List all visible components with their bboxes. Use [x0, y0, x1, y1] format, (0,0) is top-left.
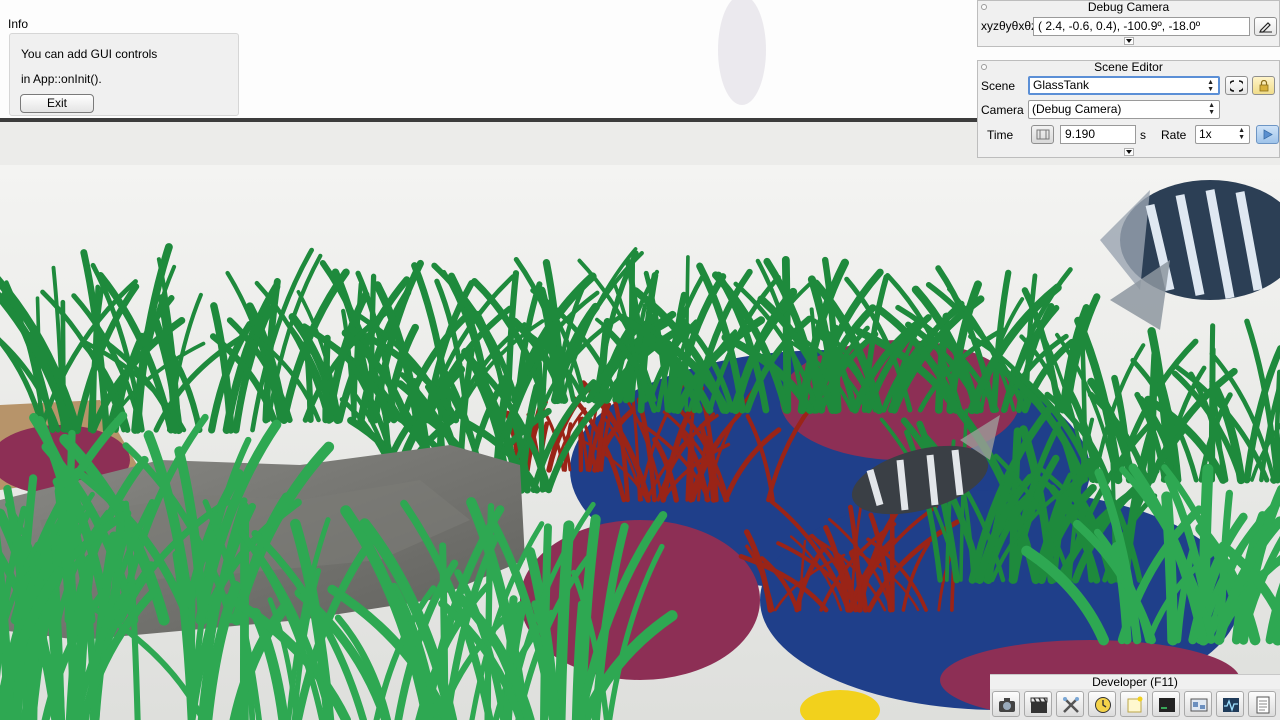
play-button[interactable]	[1256, 125, 1279, 144]
info-line-2: in App::onInit().	[21, 72, 102, 86]
profiler-tool-button[interactable]	[1216, 691, 1244, 717]
edit-camera-button[interactable]	[1254, 17, 1277, 36]
clock-icon	[1095, 697, 1111, 713]
time-label: Time	[987, 128, 1014, 142]
light-tool-button[interactable]	[1120, 691, 1148, 717]
scene-label: Scene	[981, 79, 1016, 93]
collapse-arrow-icon[interactable]	[1124, 148, 1134, 156]
info-line-1: You can add GUI controls	[21, 47, 158, 61]
tools-tool-button[interactable]	[1056, 691, 1084, 717]
time-field[interactable]: 9.190	[1060, 125, 1136, 144]
reload-scene-button[interactable]	[1225, 76, 1248, 95]
info-panel: You can add GUI controls in App::onInit(…	[9, 33, 239, 116]
lock-scene-button[interactable]	[1252, 76, 1275, 95]
document-tool-button[interactable]	[1248, 691, 1276, 717]
info-title: Info	[8, 17, 29, 31]
camera-tool-button[interactable]	[992, 691, 1020, 717]
light-icon	[1127, 696, 1143, 713]
camera-label: Camera	[981, 103, 1024, 117]
clapperboard-icon	[1030, 697, 1048, 713]
dropdown-arrows-icon: ▲ ▼	[1208, 102, 1215, 116]
camera-icon	[999, 698, 1015, 712]
camera-coords-field[interactable]: ( 2.4, -0.6, 0.4), -100.9º, -18.0º	[1033, 17, 1250, 36]
developer-toolbar	[990, 689, 1280, 720]
camera-coords-label: xyzθyθxθz	[981, 19, 1038, 33]
scene-dropdown-value: GlassTank	[1033, 78, 1090, 92]
reload-icon	[1230, 80, 1243, 92]
edit-icon	[1259, 22, 1272, 33]
rate-dropdown[interactable]: 1x ▲ ▼	[1195, 125, 1250, 144]
debug-camera-title: Debug Camera	[1087, 0, 1170, 14]
scene-dropdown[interactable]: GlassTank ▲ ▼	[1028, 76, 1220, 95]
rate-dropdown-value: 1x	[1199, 127, 1212, 141]
time-tool-button[interactable]	[1088, 691, 1116, 717]
scene-tool-button[interactable]	[1184, 691, 1212, 717]
dropdown-arrows-icon: ▲ ▼	[1238, 127, 1245, 141]
developer-title: Developer (F11)	[990, 674, 1280, 690]
scene-icon	[1190, 698, 1208, 712]
camera-dropdown-value: (Debug Camera)	[1032, 102, 1122, 116]
time-unit: s	[1140, 128, 1146, 142]
camera-dropdown[interactable]: (Debug Camera) ▲ ▼	[1028, 100, 1220, 119]
exit-button[interactable]: Exit	[20, 94, 94, 113]
play-icon	[1263, 129, 1273, 140]
profiler-icon	[1223, 698, 1239, 713]
console-icon	[1159, 698, 1175, 712]
scene-editor-title: Scene Editor	[1094, 60, 1163, 74]
collapse-arrow-icon[interactable]	[1124, 37, 1134, 45]
time-control-button[interactable]	[1031, 125, 1054, 144]
scene-editor-window: Scene Editor Scene GlassTank ▲ ▼ Camera (…	[977, 60, 1280, 158]
document-icon	[1256, 696, 1270, 714]
film-icon	[1036, 129, 1050, 140]
console-tool-button[interactable]	[1152, 691, 1180, 717]
debug-camera-window: Debug Camera xyzθyθxθz ( 2.4, -0.6, 0.4)…	[977, 0, 1280, 47]
lock-icon	[1259, 80, 1269, 92]
dropdown-arrows-icon: ▲ ▼	[1207, 79, 1214, 93]
movie-tool-button[interactable]	[1024, 691, 1052, 717]
window-close-icon[interactable]	[981, 64, 987, 70]
window-close-icon[interactable]	[981, 4, 987, 10]
tools-icon	[1063, 697, 1079, 713]
rate-label: Rate	[1161, 128, 1187, 142]
